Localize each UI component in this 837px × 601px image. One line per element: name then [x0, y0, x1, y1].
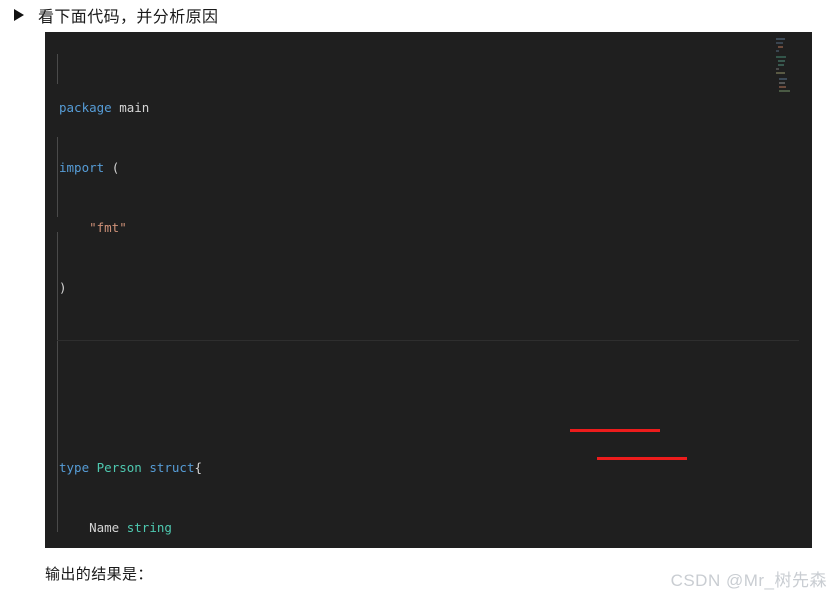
code-inner: package main import ( "fmt" ) type Perso…: [45, 32, 812, 548]
annotation-underline-2: [597, 457, 687, 460]
code-minimap[interactable]: [776, 36, 798, 94]
csdn-watermark: CSDN @Mr_树先森: [670, 571, 827, 590]
code-line: ): [59, 280, 67, 295]
arrow-bullet-icon: [8, 8, 30, 22]
code-line: Name string: [89, 520, 172, 535]
heading-text: 看下面代码，并分析原因: [38, 9, 219, 26]
heading-row: 看下面代码，并分析原因: [0, 0, 837, 30]
code-line: "fmt": [89, 220, 127, 235]
code-lines[interactable]: package main import ( "fmt" ) type Perso…: [45, 32, 639, 548]
code-line: type Person struct{: [59, 460, 203, 475]
annotation-underline-1: [570, 429, 660, 432]
output-caption: 输出的结果是：: [45, 567, 153, 583]
code-line: import (: [59, 160, 120, 175]
code-block: package main import ( "fmt" ) type Perso…: [45, 32, 812, 548]
code-line: package main: [59, 100, 150, 115]
